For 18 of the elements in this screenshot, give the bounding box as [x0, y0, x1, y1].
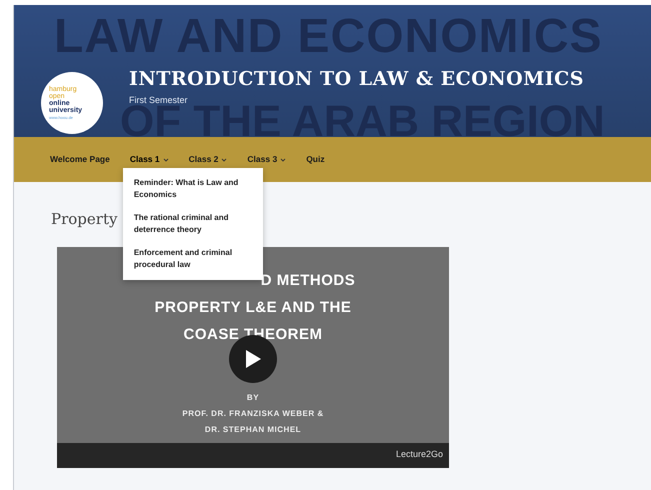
- nav-item[interactable]: Class 1: [130, 153, 169, 166]
- menu-item[interactable]: Reminder: What is Law and Economics: [134, 177, 252, 202]
- page-title: Property: [51, 209, 118, 230]
- play-icon: [244, 348, 262, 368]
- nav-item[interactable]: Welcome Page: [50, 153, 110, 166]
- nav-item[interactable]: Quiz: [306, 153, 325, 166]
- video-title-text: PROPERTY L&E AND THE: [154, 298, 352, 318]
- menu-item[interactable]: The rational criminal and deterrence theory: [134, 212, 252, 236]
- menu-item[interactable]: Enforcement and criminal procedural law: [134, 247, 252, 272]
- nav-item[interactable]: Class 3: [247, 153, 286, 166]
- video-author-text: DR. STEPHAN MICHEL: [204, 424, 302, 436]
- video-brand: Lecture2Go: [396, 448, 443, 462]
- video-byline: BY: [246, 392, 260, 404]
- nav-item[interactable]: Class 2: [188, 153, 228, 166]
- site-subtitle: First Semester: [129, 94, 189, 105]
- video-title-text: COASE THEOREM: [183, 324, 322, 344]
- site-title: INTRODUCTION TO LAW & ECONOMICS: [129, 66, 584, 92]
- video-author-text: PROF. DR. FRANZISKA WEBER &: [182, 408, 324, 420]
